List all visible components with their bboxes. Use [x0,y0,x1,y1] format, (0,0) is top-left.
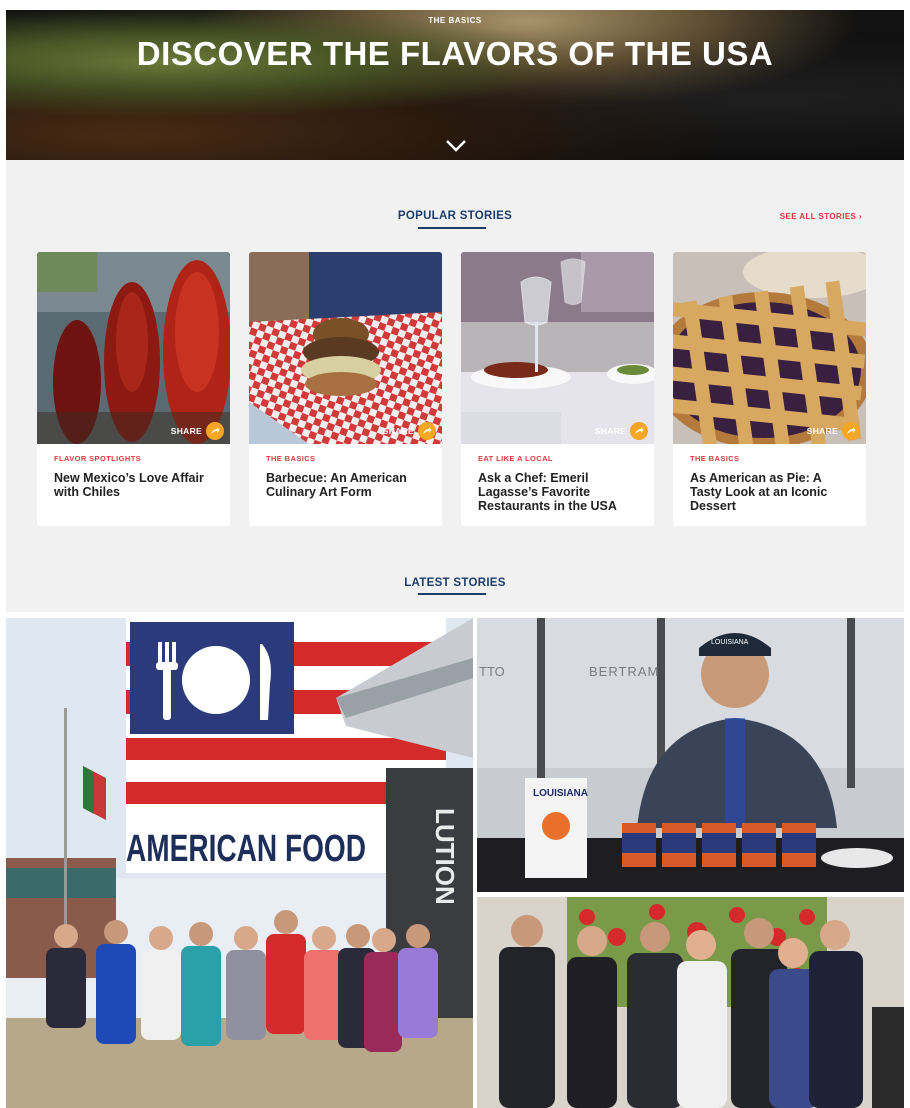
share-label[interactable]: SHARE [383,426,414,436]
share-button[interactable]: SHARE [807,422,860,440]
restaurant-table-image[interactable] [461,252,654,444]
card-title[interactable]: Barbecue: An American Culinary Art Form [266,471,428,499]
share-label[interactable]: SHARE [807,426,838,436]
latest-stories-heading: LATEST STORIES [404,577,506,589]
hero-category[interactable]: THE BASICS [6,16,904,25]
latest-story-bartender-photo[interactable]: BERTRAM TTO LOUISIANA LOUISIANA [477,618,904,892]
popular-stories-heading: POPULAR STORIES [397,210,513,222]
heading-underline [418,593,486,595]
card-category[interactable]: THE BASICS [690,454,739,463]
hero-title[interactable]: DISCOVER THE FLAVORS OF THE USA [126,36,784,72]
pavilion-side-text: LUTION [430,808,460,905]
lattice-pie-image[interactable] [673,252,866,444]
share-arrow-icon[interactable] [842,422,860,440]
heading-underline [418,227,486,229]
popular-stories-section: POPULAR STORIES SEE ALL STORIES › SHARE [6,160,904,612]
story-card[interactable]: SHARE FLAVOR SPOTLIGHTS New Mexico’s Lov… [37,252,230,526]
share-arrow-icon[interactable] [206,422,224,440]
share-button[interactable]: SHARE [171,422,224,440]
share-label[interactable]: SHARE [171,426,202,436]
see-all-label[interactable]: SEE ALL STORIES [780,212,857,221]
card-category[interactable]: FLAVOR SPOTLIGHTS [54,454,141,463]
share-label[interactable]: SHARE [595,426,626,436]
latest-story-pavilion-photo[interactable]: AMERICAN FOOD LUTION [6,618,473,1108]
card-category[interactable]: THE BASICS [266,454,315,463]
story-card[interactable]: SHARE THE BASICS Barbecue: An American C… [249,252,442,526]
see-all-stories-link[interactable]: SEE ALL STORIES › [780,212,862,221]
share-button[interactable]: SHARE [595,422,648,440]
card-title[interactable]: Ask a Chef: Emeril Lagasse’s Favorite Re… [478,471,640,513]
share-button[interactable]: SHARE [383,422,436,440]
pavilion-sign-text: AMERICAN FOOD [126,828,366,870]
share-arrow-icon[interactable] [418,422,436,440]
bar-sign-text-2: TTO [479,664,505,679]
latest-story-group-photo[interactable] [477,897,904,1108]
chile-ristras-image[interactable] [37,252,230,444]
share-arrow-icon[interactable] [630,422,648,440]
card-category[interactable]: EAT LIKE A LOCAL [478,454,553,463]
card-title[interactable]: New Mexico’s Love Affair with Chiles [54,471,216,499]
cap-text: LOUISIANA [711,639,749,646]
chevron-right-icon[interactable]: › [859,212,862,221]
bar-sign-text: BERTRAM [589,664,659,679]
story-card[interactable]: SHARE EAT LIKE A LOCAL Ask a Chef: Emeri… [461,252,654,526]
chevron-down-icon[interactable] [444,138,468,154]
story-card[interactable]: SHARE THE BASICS As American as Pie: A T… [673,252,866,526]
hero-banner[interactable]: THE BASICS DISCOVER THE FLAVORS OF THE U… [6,10,904,160]
barbecue-sandwich-image[interactable] [249,252,442,444]
poster-title: LOUISIANA [533,788,588,799]
card-title[interactable]: As American as Pie: A Tasty Look at an I… [690,471,852,513]
